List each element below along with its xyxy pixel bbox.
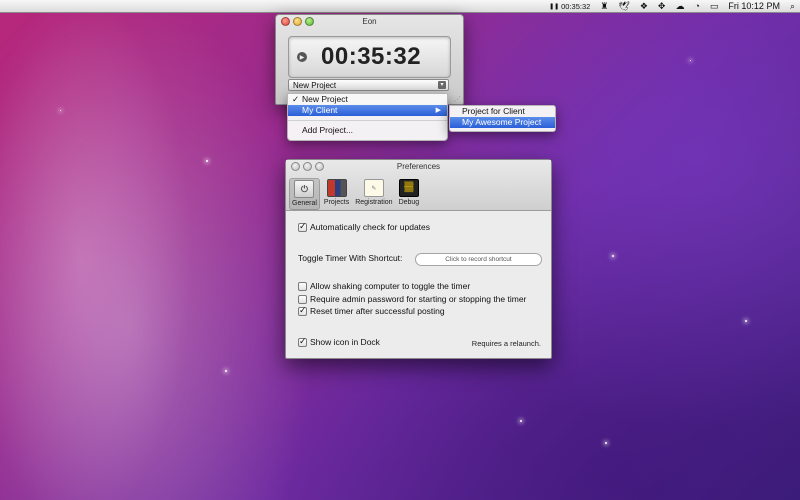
move-icon[interactable]: ✥ [658,1,666,11]
timer-display: ▶ 00:35:32 [288,36,451,78]
star [520,420,522,422]
menu-item-add-project[interactable]: Add Project... [288,125,447,136]
dock-icon-label: Show icon in Dock [310,337,380,347]
tab-registration[interactable]: ✎ Registration [353,178,394,210]
timer-text: 00:35:32 [321,43,422,70]
star [690,60,691,61]
project-dropdown-menu: ✓ New Project My Client ▶ Add Project... [287,93,448,141]
twitter-icon[interactable]: 🕊 [618,1,629,11]
console-icon: ▒▒▒ ▒▒▒ [398,179,419,197]
minimize-button[interactable] [293,17,302,26]
auto-update-label: Automatically check for updates [310,222,431,232]
checkmark-icon: ✓ [292,94,300,104]
zoom-button[interactable] [305,17,314,26]
toggle-shortcut-row: Toggle Timer With Shortcut: [298,253,402,263]
preferences-window: Preferences ⏻ General Projects ✎ Registr… [285,159,552,359]
menu-item-label: New Project [302,94,348,104]
minimize-button[interactable] [303,162,312,171]
eon-window-title: Eon [362,17,377,26]
preferences-toolbar-area: Preferences ⏻ General Projects ✎ Registr… [286,160,551,211]
tab-label: Registration [355,199,393,206]
preferences-titlebar[interactable]: Preferences [286,160,551,174]
menu-item-label: Add Project... [302,125,354,135]
spotlight-icon[interactable]: ⌕ [790,1,795,11]
admin-password-option[interactable]: Require admin password for starting or s… [298,294,526,304]
eon-window: Eon ▶ 00:35:32 New Project ▾ ⋰ [275,14,464,105]
switch-icon: ⏻ [294,180,315,198]
clock[interactable]: Fri 10:12 PM [728,1,780,11]
eon-titlebar[interactable]: Eon [276,15,463,29]
auto-update-option[interactable]: Automatically check for updates [298,221,431,232]
bottle-icon[interactable]: ♜ [600,1,608,11]
toggle-shortcut-label: Toggle Timer With Shortcut: [298,253,403,263]
tab-debug[interactable]: ▒▒▒ ▒▒▒ Debug [397,178,422,210]
star [206,160,208,162]
tab-label: Projects [323,199,350,206]
menu-bar: ❚❚ 00:35:32 ♜ 🕊 ❖ ✥ ☁ ◔ ▭ Fri 10:12 PM ⌕ [0,0,800,13]
menubar-eon-timer[interactable]: ❚❚ 00:35:32 [549,2,590,11]
menu-item-new-project[interactable]: ✓ New Project [288,94,447,105]
star [612,255,614,257]
client-submenu: Project for Client My Awesome Project [449,105,556,132]
dock-icon-option[interactable]: Show icon in Dock [298,336,380,347]
tab-label: General [292,200,317,207]
certificate-icon: ✎ [363,179,384,197]
play-icon: ▶ [299,54,305,61]
star [225,370,227,372]
menubar-timer-text: 00:35:32 [561,1,591,11]
chevron-down-icon: ▾ [438,81,446,89]
relaunch-note: Requires a relaunch. [471,339,541,348]
menu-item-label: My Client [302,105,338,115]
cloud-icon[interactable]: ☁ [675,1,684,11]
preferences-title: Preferences [396,162,441,171]
submenu-item-label: My Awesome Project [462,117,542,127]
battery-icon[interactable]: ▭ [710,1,719,11]
tab-general[interactable]: ⏻ General [289,178,320,210]
submenu-item-project-for-client[interactable]: Project for Client [450,106,555,117]
star [605,442,607,444]
shake-checkbox[interactable] [298,281,307,291]
submenu-item-my-awesome-project[interactable]: My Awesome Project [450,117,555,128]
play-button[interactable]: ▶ [297,52,307,62]
reset-timer-option[interactable]: Reset timer after successful posting [298,305,445,316]
tab-projects[interactable]: Projects [322,178,351,210]
submenu-arrow-icon: ▶ [435,107,441,114]
zoom-button[interactable] [315,162,324,171]
dock-icon-checkbox[interactable] [298,336,307,347]
resize-grip-icon[interactable]: ⋰ [454,95,461,103]
project-select-value: New Project [293,81,337,90]
preferences-toolbar: ⏻ General Projects ✎ Registration ▒▒▒ ▒▒▒… [289,178,421,210]
star [745,320,747,322]
books-icon [326,179,347,197]
dropbox-icon[interactable]: ❖ [640,1,648,11]
reset-timer-checkbox[interactable] [298,305,307,316]
shortcut-recorder-field[interactable]: Click to record shortcut [415,253,542,266]
menu-item-my-client[interactable]: My Client ▶ [288,105,447,116]
menu-separator [288,120,447,121]
shake-option[interactable]: Allow shaking computer to toggle the tim… [298,281,470,291]
submenu-item-label: Project for Client [462,106,525,116]
pause-icon: ❚❚ [549,3,560,10]
admin-password-checkbox[interactable] [298,294,307,304]
shake-label: Allow shaking computer to toggle the tim… [310,281,471,291]
tab-label: Debug [398,199,420,206]
auto-update-checkbox[interactable] [298,221,307,232]
close-button[interactable] [291,162,300,171]
wifi-icon[interactable]: ◔ [694,1,699,11]
reset-timer-label: Reset timer after successful posting [310,306,445,316]
admin-password-label: Require admin password for starting or s… [310,294,527,304]
close-button[interactable] [281,17,290,26]
project-select[interactable]: New Project ▾ [288,79,449,91]
star [60,110,61,111]
